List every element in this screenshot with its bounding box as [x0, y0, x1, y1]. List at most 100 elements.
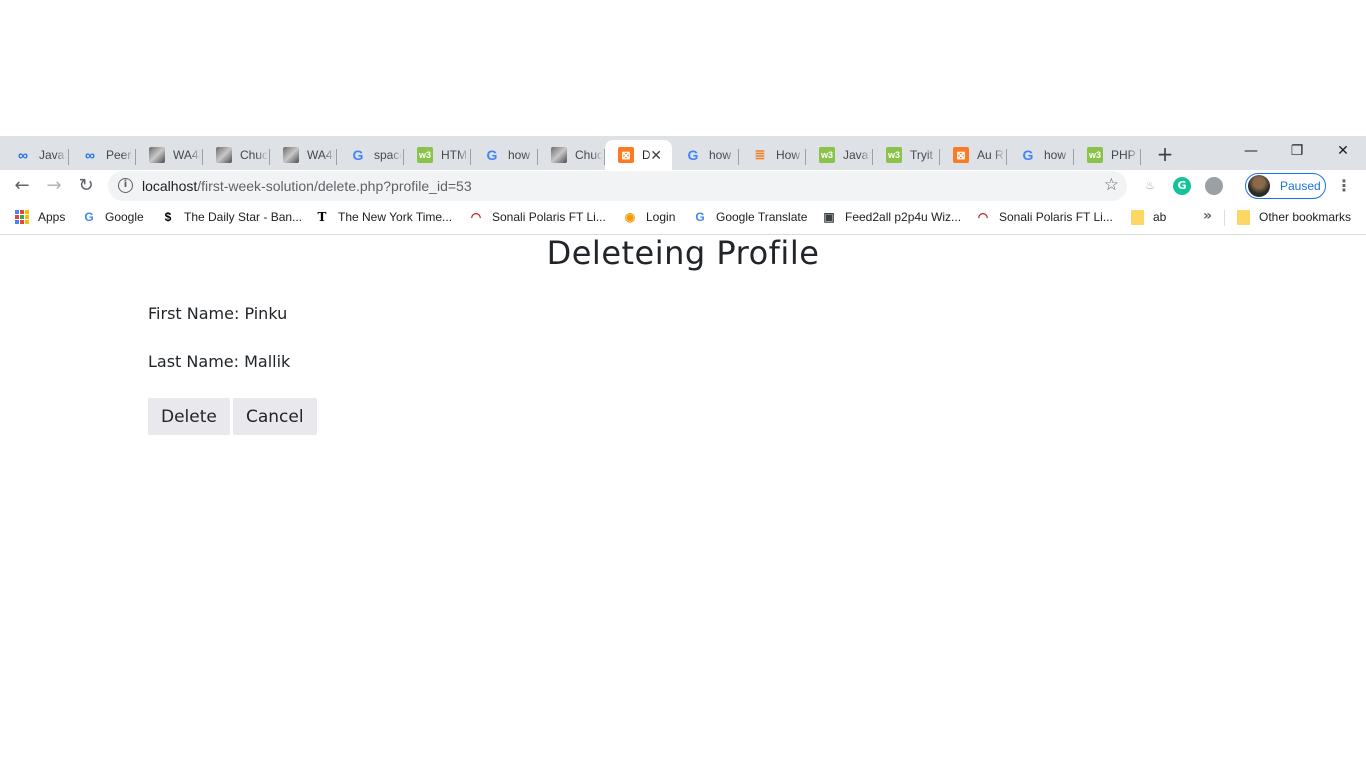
tab-label: WA4E — [173, 148, 201, 162]
photo-icon — [149, 147, 165, 163]
bookmark-label: Google Translate — [716, 210, 808, 224]
more-bookmarks-icon[interactable]: » — [1203, 208, 1212, 224]
bookmarks-divider — [1224, 210, 1225, 226]
forward-button[interactable]: → — [40, 172, 68, 200]
bookmark-star-icon[interactable]: ☆ — [1104, 175, 1119, 195]
reload-button[interactable]: ↻ — [72, 172, 100, 200]
address-bar[interactable]: i localhost/first-week-solution/delete.p… — [108, 171, 1127, 201]
bookmark-label: Sonali Polaris FT Li... — [492, 210, 606, 224]
url-host: localhost — [142, 178, 198, 194]
chat-extension-icon[interactable] — [1205, 177, 1223, 195]
photo-icon — [216, 147, 232, 163]
bookmark-label: The New York Time... — [338, 210, 453, 224]
profile-status: Paused — [1280, 179, 1321, 193]
tab-label: HTM — [441, 148, 467, 162]
nyt-icon: T — [317, 210, 327, 224]
tab-0[interactable]: ∞ JavaS — [2, 140, 69, 170]
xampp-icon: ⊠ — [953, 147, 969, 163]
url-text[interactable]: localhost/first-week-solution/delete.php… — [142, 178, 472, 194]
bookmark-label: The Daily Star - Ban... — [184, 210, 303, 224]
tab-7[interactable]: Ghow — [471, 140, 538, 170]
tab-2[interactable]: WA4E — [136, 140, 203, 170]
bookmark-login[interactable]: ◉ Login — [622, 207, 676, 227]
bookmark-label: Apps — [38, 210, 66, 224]
page-title: Deleteing Profile — [546, 234, 820, 272]
tab-label: Tryit — [910, 148, 933, 162]
bookmark-label: Login — [646, 210, 676, 224]
sonali-icon: ◠ — [977, 210, 989, 224]
tab-3[interactable]: Chuc — [203, 140, 270, 170]
bookmark-label: Sonali Polaris FT Li... — [999, 210, 1113, 224]
tab-9[interactable]: ⊠ D ✕ — [605, 140, 672, 170]
google-icon: G — [486, 147, 498, 163]
tab-12[interactable]: w3 JavaS — [806, 140, 873, 170]
folder-icon — [1129, 209, 1145, 225]
tab-10[interactable]: Ghow — [672, 140, 739, 170]
avatar — [1248, 175, 1270, 197]
restore-button[interactable]: ❐ — [1274, 136, 1320, 168]
tab-14[interactable]: ⊠ Au R — [940, 140, 1007, 170]
tab-11[interactable]: ≣ How — [739, 140, 806, 170]
tab-8[interactable]: Chuc — [538, 140, 605, 170]
tab-strip: ∞JavaS∞Peer-WA4EChucWA4EGspacew3HTMGhowC… — [0, 136, 1366, 170]
first-name-text: First Name: Pinku — [148, 304, 288, 323]
login-icon: ◉ — [624, 210, 636, 224]
bookmark-label: Google — [105, 210, 144, 224]
new-tab-button[interactable]: + — [1154, 143, 1176, 165]
cancel-button[interactable]: Cancel — [233, 398, 317, 435]
minimize-button[interactable]: — — [1228, 136, 1274, 168]
tab-5[interactable]: Gspace — [337, 140, 404, 170]
tab-label: Au R — [977, 148, 1004, 162]
tab-label: WA4E — [307, 148, 335, 162]
bookmark-google[interactable]: G Google — [81, 207, 144, 227]
bookmark-apps[interactable]: Apps — [14, 207, 65, 227]
daily-star-icon: $ — [164, 210, 172, 224]
bookmark-nyt[interactable]: T The New York Time... — [314, 207, 453, 227]
bookmark-sonali-1[interactable]: ◠ Sonali Polaris FT Li... — [468, 207, 606, 227]
stackoverflow-icon: ≣ — [754, 147, 766, 162]
tab-label: space — [374, 148, 402, 162]
tab-1[interactable]: ∞ Peer- — [69, 140, 136, 170]
tab-15[interactable]: Ghow — [1007, 140, 1074, 170]
bookmark-daily-star[interactable]: $ The Daily Star - Ban... — [160, 207, 302, 227]
infinity-icon: ∞ — [18, 147, 28, 163]
site-info-icon[interactable]: i — [118, 178, 133, 193]
tab-separator — [1140, 149, 1141, 165]
infinity-icon: ∞ — [85, 147, 95, 163]
bookmark-google-translate[interactable]: G Google Translate — [692, 207, 807, 227]
tab-4[interactable]: WA4E — [270, 140, 337, 170]
google-icon: G — [1022, 147, 1034, 163]
profile-button[interactable]: Paused — [1245, 173, 1326, 199]
java-extension-icon[interactable]: ♨ — [1141, 177, 1159, 195]
tab-close-icon[interactable]: ✕ — [650, 147, 662, 164]
bookmark-label: Other bookmarks — [1259, 210, 1352, 224]
bookmark-feed2all[interactable]: ▣ Feed2all p2p4u Wiz... — [821, 207, 961, 227]
photo-icon — [551, 147, 567, 163]
w3schools-icon: w3 — [819, 147, 835, 163]
back-button[interactable]: ← — [8, 172, 36, 200]
folder-icon — [1235, 209, 1251, 225]
desktop-blank-area — [0, 0, 1366, 136]
apps-grid-icon — [14, 209, 30, 225]
grammarly-extension-icon[interactable]: G — [1173, 177, 1191, 195]
bookmark-other[interactable]: Other bookmarks — [1235, 207, 1351, 227]
bookmarks-bar: Apps G Google $ The Daily Star - Ban... … — [0, 202, 1366, 235]
close-window-button[interactable]: ✕ — [1320, 136, 1366, 168]
sonali-icon: ◠ — [470, 210, 482, 224]
tab-label: JavaS — [843, 148, 871, 162]
tab-6[interactable]: w3 HTM — [404, 140, 471, 170]
tab-label: JavaS — [39, 148, 67, 162]
bookmark-sonali-2[interactable]: ◠ Sonali Polaris FT Li... — [975, 207, 1113, 227]
google-icon: G — [352, 147, 364, 163]
tab-label: Peer- — [106, 148, 134, 162]
photo-icon — [283, 147, 299, 163]
bookmark-label: ab — [1153, 210, 1167, 224]
tab-label: How — [776, 148, 801, 162]
tab-13[interactable]: w3 Tryit — [873, 140, 940, 170]
delete-button[interactable]: Delete — [148, 398, 230, 435]
tab-label: PHP — [1111, 148, 1136, 162]
browser-menu-icon[interactable]: ⋮ — [1334, 175, 1354, 197]
bookmark-folder-ab[interactable]: ab — [1129, 207, 1166, 227]
w3schools-icon: w3 — [1087, 147, 1103, 163]
tab-16[interactable]: w3 PHP — [1074, 140, 1141, 170]
